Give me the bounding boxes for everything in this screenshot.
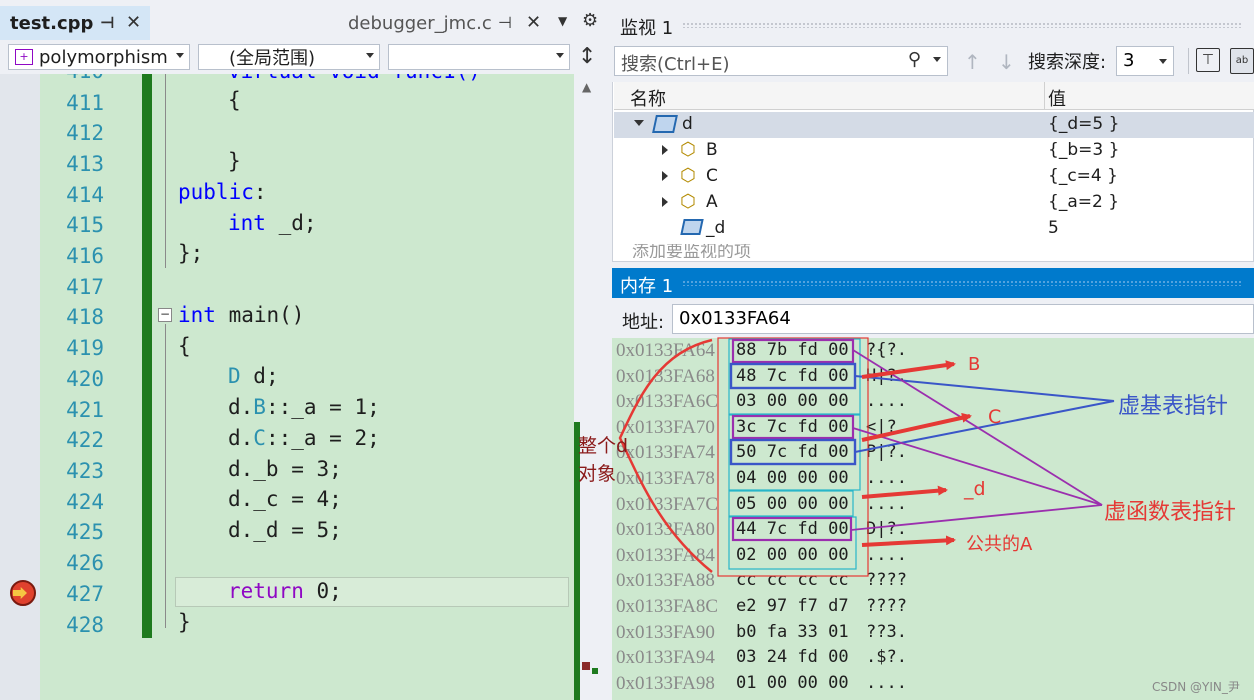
label-B: B: [968, 354, 981, 375]
vbptr-box-C: [729, 438, 857, 466]
annotation-overlay: [618, 337, 1115, 577]
arrow-to-A: [861, 535, 956, 547]
vbptr-link: [854, 400, 1115, 453]
arrow-to-B: [861, 360, 956, 379]
watermark: CSDN @YIN_尹: [1152, 680, 1240, 694]
vfptr-box-B: [731, 338, 855, 364]
vfptr-label: 虚函数表指针: [1104, 500, 1237, 525]
member-d-frame: [728, 490, 854, 517]
label-common-A: 公共的A: [966, 534, 1033, 555]
subobject-B-frame: [728, 338, 861, 415]
arrow-to-C: [861, 412, 972, 442]
subobject-A-frame: [728, 516, 857, 570]
vfptr-box-A: [731, 516, 853, 542]
whole-object-label: 整个d对象: [578, 435, 629, 485]
label-d: _d: [964, 478, 986, 500]
vfptr-box-C: [731, 414, 855, 440]
subobject-C-frame: [728, 414, 861, 491]
vbptr-label: 虚基表指针: [1118, 394, 1229, 419]
object-brace: [618, 338, 713, 573]
arrow-to-d: [861, 485, 948, 499]
vbptr-link: [854, 375, 1115, 402]
vbptr-box-B: [729, 362, 857, 390]
vfptr-link: [850, 504, 1103, 531]
label-C: C: [988, 406, 1002, 428]
